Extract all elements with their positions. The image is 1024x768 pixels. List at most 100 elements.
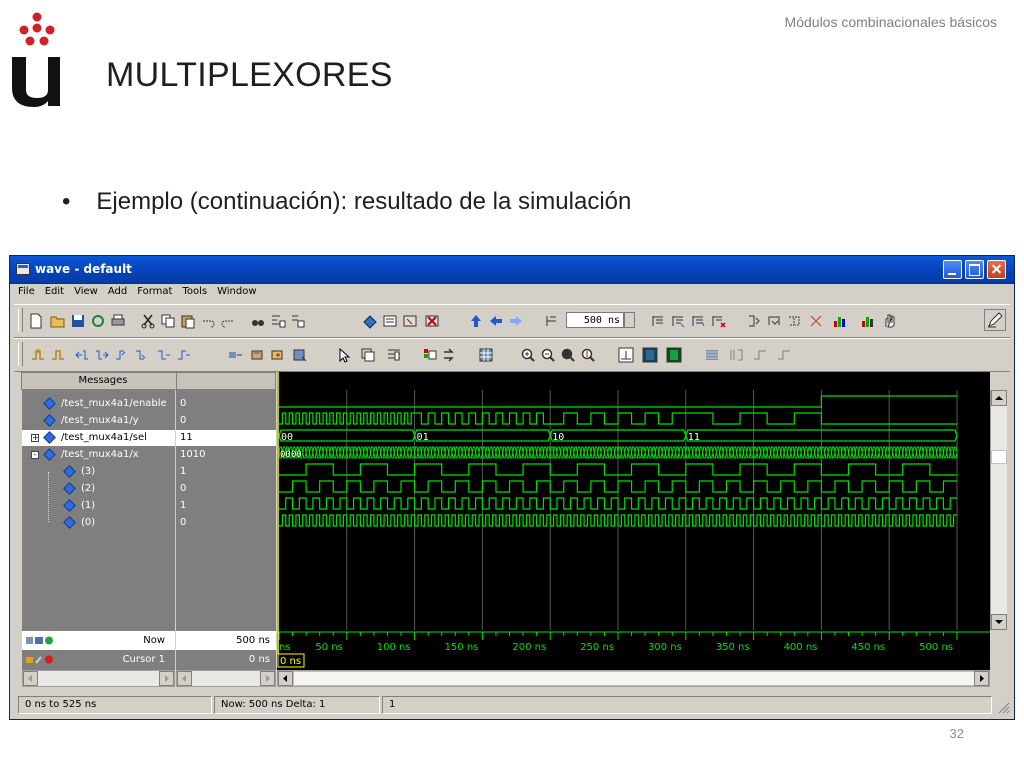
add-dataflow-icon[interactable] [292,347,308,363]
wave-compare-next-icon[interactable] [442,347,458,363]
simulate-icon[interactable] [402,313,418,329]
menu-add[interactable]: Add [103,283,132,297]
wave-collapse-icon[interactable] [752,347,768,363]
find-falling-edge-icon[interactable] [156,347,172,363]
wave-style-3-icon[interactable] [666,347,682,363]
scroll-thumb[interactable] [991,450,1007,464]
scroll-up-button[interactable] [991,390,1007,406]
wave-expand-icon[interactable] [728,347,744,363]
zoom-in-icon[interactable] [520,347,536,363]
find-rising-edge-icon[interactable] [176,347,192,363]
right-arrow-icon[interactable] [508,313,524,329]
run-length-icon[interactable] [544,313,560,329]
step-out-icon[interactable] [786,313,802,329]
find-next-edge-icon[interactable] [134,347,150,363]
timeline-pane[interactable]: ns 50 ns 100 ns 150 ns 200 ns 250 ns 300 ns 350… [277,630,990,670]
scroll-right-button[interactable] [974,671,989,686]
wave-style-2-icon[interactable] [642,347,658,363]
timeline-canvas[interactable]: ns 50 ns 100 ns 150 ns 200 ns 250 ns 300 ns 350… [277,630,990,670]
zoom-out-icon[interactable] [540,347,556,363]
find-next-transition-icon[interactable] [94,347,110,363]
performance-icon[interactable] [860,313,876,329]
run-length-input[interactable]: 500 ns [566,312,624,328]
cut-icon[interactable] [140,313,156,329]
dataflow-icon[interactable] [832,313,848,329]
values-column-header[interactable] [176,372,276,390]
grid-settings-icon[interactable] [478,347,494,363]
add-wave-icon[interactable] [270,347,286,363]
signal-row-x1[interactable]: (1) [22,498,175,514]
wave-step-icon[interactable] [776,347,792,363]
show-drivers-icon[interactable] [228,347,244,363]
open-folder-icon[interactable] [50,313,66,329]
menu-edit[interactable]: Edit [40,283,69,297]
now-toolbar-icons[interactable] [26,635,56,646]
signal-row-sel[interactable]: + /test_mux4a1/sel [22,430,175,446]
reload-icon[interactable] [90,313,106,329]
zoom-cursor-icon[interactable] [580,347,596,363]
menu-file[interactable]: File [10,283,40,297]
menu-format[interactable]: Format [132,283,177,297]
cursor-toolbar-icons[interactable] [26,654,56,665]
waveform-hscroll[interactable] [277,670,990,687]
continue-run-icon[interactable] [670,313,686,329]
waveform-canvas[interactable]: 00 01 10 11 0000 [277,372,990,630]
signal-row-y[interactable]: /test_mux4a1/y [22,413,175,429]
menu-window[interactable]: Window [212,283,261,297]
messages-hscroll[interactable] [22,670,175,687]
minimize-button[interactable] [943,260,962,279]
signal-row-x3[interactable]: (3) [22,464,175,480]
paste-icon[interactable] [180,313,196,329]
toolbar-grip[interactable] [18,342,23,366]
wave-compare-icon[interactable] [422,347,438,363]
wave-style-1-icon[interactable] [618,347,634,363]
waveform-pane[interactable]: 00 01 10 11 0000 [277,372,990,630]
scroll-left-button[interactable] [23,671,38,686]
redo-icon[interactable] [220,313,236,329]
delete-cursor-icon[interactable] [50,347,66,363]
find-prev-icon[interactable] [290,313,306,329]
zoom-mode-icon[interactable] [360,347,376,363]
edit-mode-icon[interactable] [386,347,402,363]
scroll-down-button[interactable] [991,614,1007,630]
close-button[interactable] [987,260,1006,279]
run-icon[interactable] [650,313,666,329]
resize-grip-icon[interactable] [996,700,1010,714]
signal-row-enable[interactable]: /test_mux4a1/enable [22,396,175,412]
values-hscroll[interactable] [176,670,276,687]
wave-fill-icon[interactable] [704,347,720,363]
toolbar-options-button[interactable] [984,309,1006,331]
messages-column-header[interactable]: Messages [21,372,185,390]
hand-icon[interactable] [882,313,898,329]
scroll-left-button[interactable] [278,671,293,686]
break-icon[interactable] [424,313,440,329]
now-row[interactable]: Now [22,631,175,650]
maximize-button[interactable] [965,260,984,279]
undo-icon[interactable] [200,313,216,329]
up-arrow-icon[interactable] [468,313,484,329]
find-next-icon[interactable] [270,313,286,329]
collapse-minus-icon[interactable]: - [31,451,39,459]
menu-view[interactable]: View [69,283,103,297]
expand-plus-icon[interactable]: + [31,434,39,442]
toolbar-grip[interactable] [18,308,23,332]
step-icon[interactable] [746,313,762,329]
compile-icon[interactable] [362,313,378,329]
insert-cursor-icon[interactable] [30,347,46,363]
signal-row-x2[interactable]: (2) [22,481,175,497]
signal-row-x[interactable]: - /test_mux4a1/x [22,447,175,463]
compile-all-icon[interactable] [382,313,398,329]
find-previous-edge-icon[interactable] [114,347,130,363]
scroll-thumb[interactable] [293,671,975,686]
left-arrow-icon[interactable] [488,313,504,329]
scroll-right-button[interactable] [159,671,174,686]
new-file-icon[interactable] [28,313,44,329]
run-all-icon[interactable] [690,313,706,329]
run-length-spinner[interactable] [624,312,635,328]
find-icon[interactable] [250,313,266,329]
window-titlebar[interactable]: wave - default [10,256,1014,284]
select-mode-icon[interactable] [336,347,352,363]
scroll-right-button[interactable] [260,671,275,686]
print-icon[interactable] [110,313,126,329]
signal-row-x0[interactable]: (0) [22,515,175,531]
